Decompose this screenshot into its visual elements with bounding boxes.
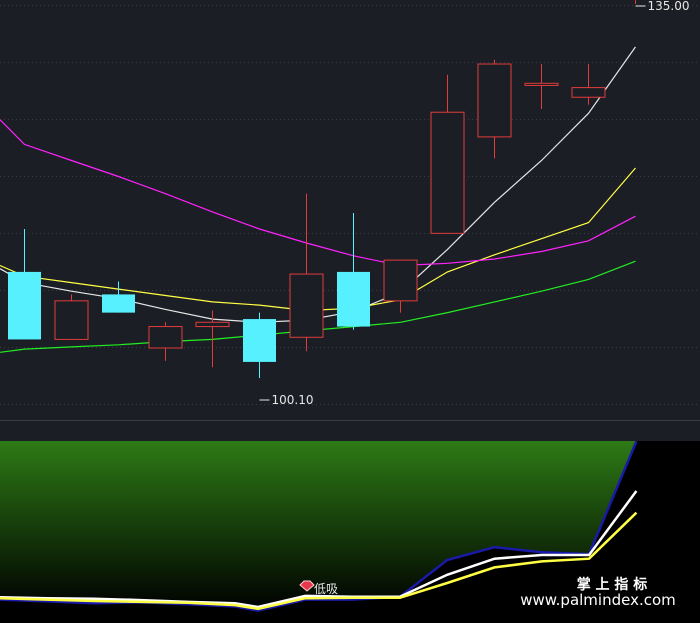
candle-body [337, 271, 370, 327]
candle [54, 294, 89, 340]
candle-body [148, 326, 183, 349]
price-panel: 135.00 100.10 [0, 0, 700, 421]
candle-body [571, 87, 606, 98]
candle-body [289, 273, 324, 338]
indicator-panel: 低吸 掌 上 指 标 www.palmindex.com [0, 440, 700, 623]
watermark-url: www.palmindex.com [520, 591, 676, 609]
candle-body [477, 63, 512, 138]
candle-body [195, 321, 230, 328]
stock-chart: 135.00 100.10 低吸 掌 上 指 标 www.palmindex.c… [0, 0, 700, 623]
candle-body [383, 259, 418, 302]
candle-body [243, 319, 276, 362]
buy-signal-label: 低吸 [314, 582, 338, 596]
candle-body [54, 300, 89, 340]
high-label: 135.00 [648, 0, 690, 13]
candle-body [430, 111, 465, 234]
candle-body [524, 82, 559, 86]
candle-body [102, 294, 135, 313]
low-label: 100.10 [272, 393, 314, 407]
candle-body [8, 271, 41, 340]
